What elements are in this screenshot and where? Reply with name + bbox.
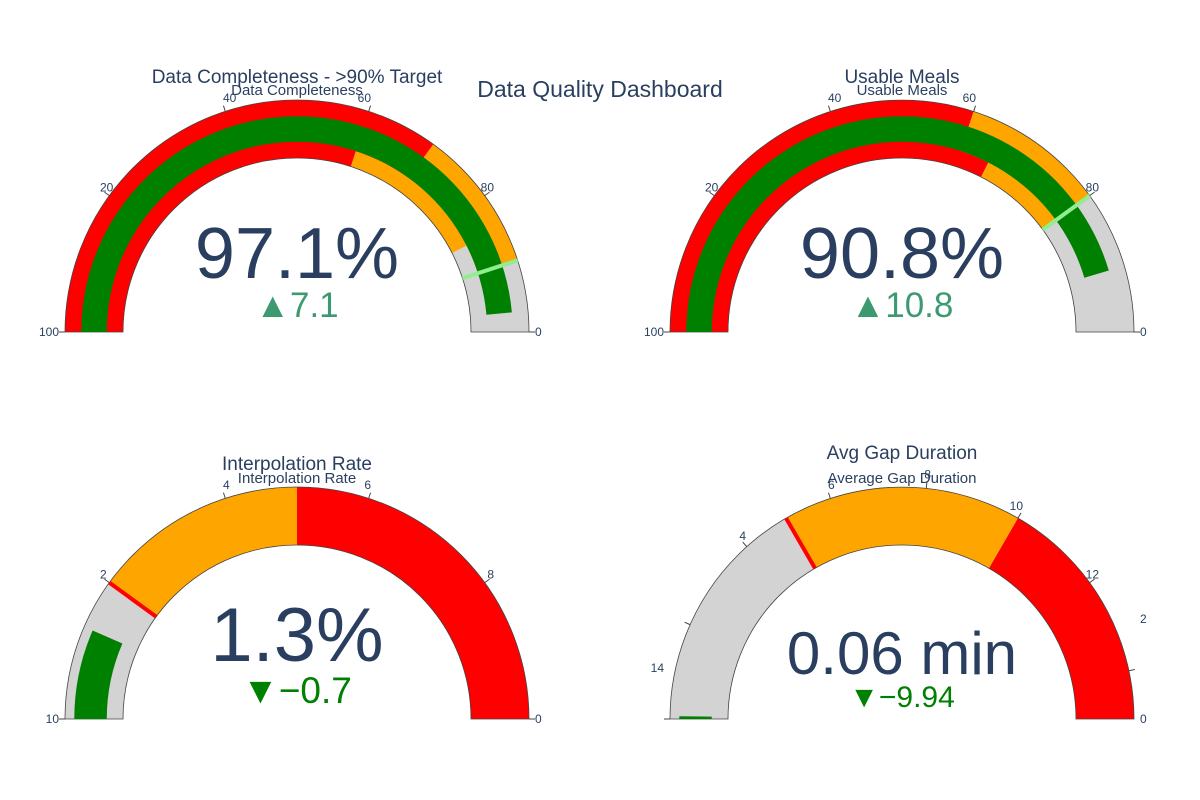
gauge-tick-label: 20 [100, 180, 114, 194]
gauge-tick-label: 2 [100, 567, 107, 581]
gauge-value: 90.8% [800, 214, 1004, 294]
gauge-tick-label: 2 [1140, 612, 1147, 626]
gauge-delta: ▲10.8 [851, 286, 954, 325]
gauge-tick-label: 0 [535, 712, 542, 726]
gauge-tick [827, 105, 831, 112]
gauge-tick-label: 4 [739, 529, 746, 543]
gauge-data-completeness: 02040 6080100 Data Completeness - >90% Ta… [39, 67, 542, 339]
gauge-tick [368, 492, 372, 499]
gauge-tick-label: 6 [364, 478, 371, 492]
gauge-tick-label: 10 [46, 712, 60, 726]
gauge-usable-meals: 02040 6080100 Usable Meals Usable Meals 9… [644, 67, 1147, 339]
gauge-tick-label: 0 [1140, 712, 1147, 726]
gauge-subtitle: Interpolation Rate [238, 470, 356, 487]
gauge-tick-label: 60 [963, 91, 977, 105]
gauge-delta: ▲7.1 [255, 286, 338, 325]
gauge-band [989, 518, 1134, 719]
gauge-tick-label: 0 [1140, 325, 1147, 339]
gauge-subtitle: Data Completeness [231, 82, 363, 99]
gauge-tick-label: 80 [1086, 180, 1100, 194]
gauge-subtitle: Average Gap Duration [828, 470, 977, 487]
gauge-tick [222, 105, 226, 112]
gauge-tick [368, 105, 372, 112]
gauge-tick [827, 492, 831, 499]
gauge-band [786, 487, 1018, 569]
gauge-tick-label: 100 [39, 325, 59, 339]
gauge-tick [222, 492, 226, 499]
gauge-tick-label: 8 [487, 567, 494, 581]
gauge-tick-label: 20 [705, 180, 719, 194]
gauge-value: 0.06 min [787, 620, 1017, 687]
gauge-tick [1017, 512, 1022, 519]
gauge-tick-label: 0 [535, 325, 542, 339]
gauge-dashboard: Data Quality Dashboard 02040 6080100 Data… [39, 67, 1147, 726]
gauge-tick-label: 12 [1086, 567, 1100, 581]
gauge-delta: ▼−0.7 [242, 670, 352, 711]
gauge-tick-label: 80 [481, 180, 495, 194]
gauge-tick [1128, 669, 1135, 672]
gauge-delta: ▼−9.94 [849, 681, 955, 714]
gauge-interpolation-rate: 024 6810 Interpolation Rate Interpolation… [46, 454, 542, 726]
gauge-band [670, 518, 815, 719]
gauge-subtitle: Usable Meals [857, 82, 948, 99]
gauge-tick [973, 105, 977, 112]
gauge-tick-label: 4 [223, 478, 230, 492]
gauge-value: 1.3% [210, 593, 383, 678]
gauge-tick-label: 10 [1010, 499, 1024, 513]
gauge-tick-label: 40 [828, 91, 842, 105]
dashboard-title: Data Quality Dashboard [477, 76, 722, 102]
gauge-tick [684, 621, 691, 626]
gauge-value-bar [679, 716, 712, 719]
gauge-title: Avg Gap Duration [827, 443, 978, 464]
gauge-value: 97.1% [195, 214, 399, 294]
gauge-tick-label: 14 [651, 661, 665, 675]
gauge-avg-gap-duration: 02468101214 Avg Gap Duration Average Gap… [651, 443, 1147, 726]
gauge-tick-label: 100 [644, 325, 664, 339]
